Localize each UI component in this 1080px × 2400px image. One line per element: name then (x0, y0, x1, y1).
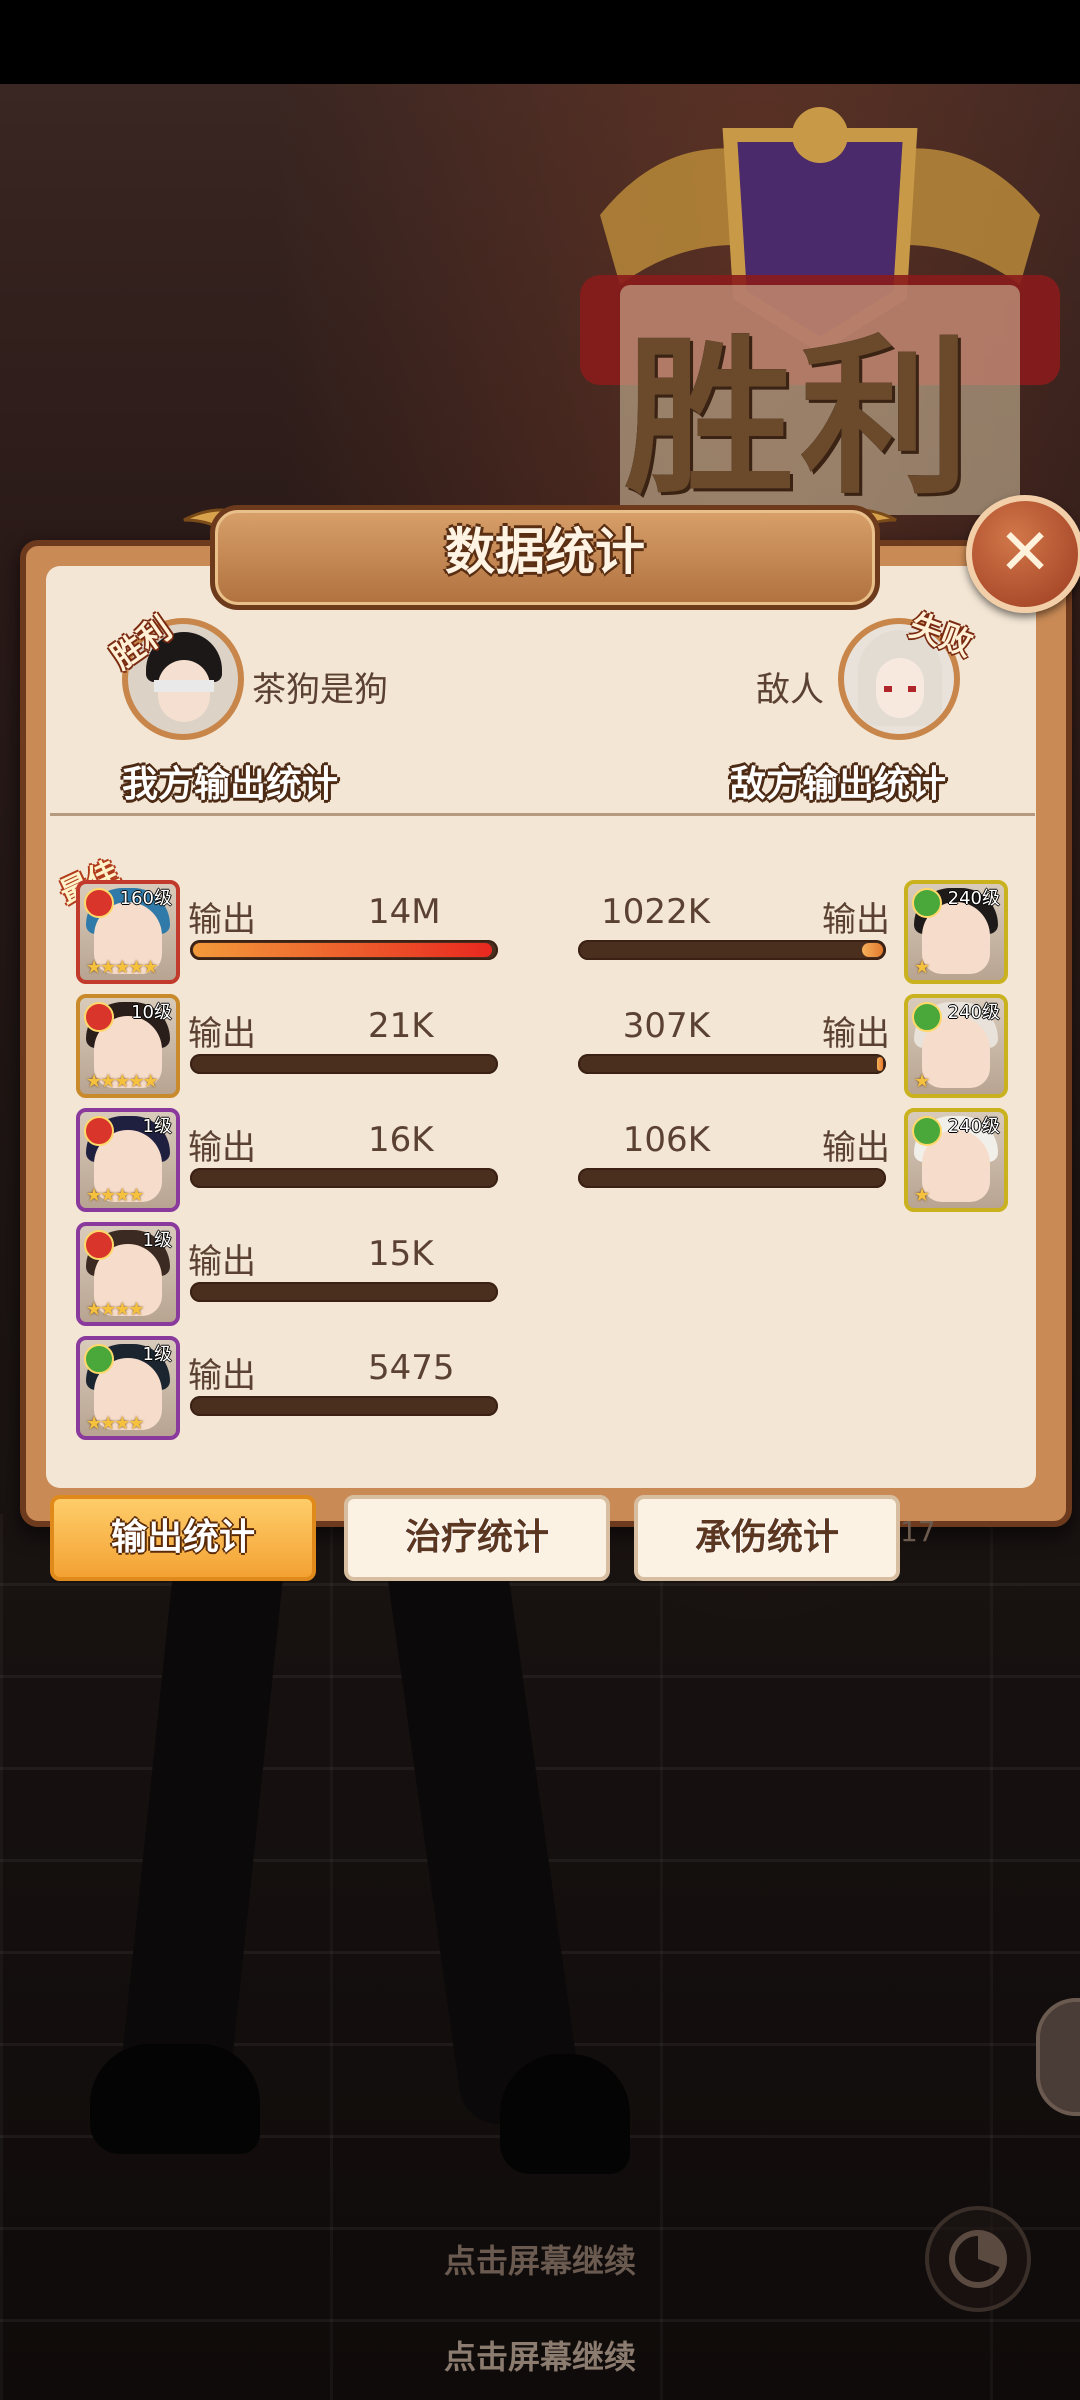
side-menu-button[interactable] (1036, 1998, 1080, 2116)
hero-level: 10级 (131, 1002, 172, 1023)
hero-level: 1级 (142, 1344, 172, 1365)
enemy-output-value: 106K (622, 1120, 710, 1160)
hero-level: 240级 (947, 1002, 1000, 1023)
ally-output-value: 14M (368, 892, 441, 932)
hero-stars: ★ (914, 1185, 930, 1206)
pie-chart-icon[interactable] (925, 2206, 1031, 2312)
panel-title: 数据统计 (445, 523, 645, 581)
enemy-hero-portrait[interactable]: 240级 ★ (904, 1108, 1008, 1212)
output-label: 输出 (188, 1128, 256, 1168)
hero-level: 1级 (142, 1230, 172, 1251)
bar-fill (193, 943, 492, 957)
element-icon (84, 1002, 114, 1032)
tab-healing[interactable]: 治疗统计 (344, 1495, 610, 1581)
enemy-hero-portrait[interactable]: 240级 ★ (904, 880, 1008, 984)
ally-hero-portrait[interactable]: 1级 ★★★★ (76, 1336, 180, 1440)
hero-stars: ★★★★ (86, 1185, 145, 1206)
output-label: 输出 (822, 1128, 890, 1168)
element-icon (912, 888, 942, 918)
output-label: 输出 (188, 900, 256, 940)
ally-hero-portrait[interactable]: 160级 ★★★★★ (76, 880, 180, 984)
hero-stars: ★★★★★ (86, 957, 159, 978)
bar-fill (877, 1057, 883, 1071)
status-bar (0, 0, 1080, 84)
tab-output[interactable]: 输出统计 (50, 1495, 316, 1581)
tab-damage-taken[interactable]: 承伤统计 (634, 1495, 900, 1581)
hero-level: 160级 (119, 888, 172, 909)
ally-output-value: 16K (368, 1120, 434, 1160)
ally-hero-portrait[interactable]: 1级 ★★★★ (76, 1222, 180, 1326)
ally-hero-portrait[interactable]: 1级 ★★★★ (76, 1108, 180, 1212)
close-icon: ✕ (998, 516, 1052, 590)
ally-player-name: 茶狗是狗 (252, 670, 388, 710)
enemy-output-bar (578, 940, 886, 960)
hero-level: 1级 (142, 1116, 172, 1137)
turn-number: 17 (900, 1515, 936, 1548)
continue-hint-bottom[interactable]: 点击屏幕继续 (0, 2332, 1080, 2378)
hero-level: 240级 (947, 1116, 1000, 1137)
ally-output-bar (190, 940, 498, 960)
output-label: 输出 (822, 900, 890, 940)
enemy-hero-portrait[interactable]: 240级 ★ (904, 994, 1008, 1098)
divider (50, 813, 1035, 816)
character-shoe-left (90, 2044, 260, 2154)
element-icon (84, 1116, 114, 1146)
bar-fill (862, 943, 883, 957)
enemy-output-bar (578, 1054, 886, 1074)
ally-output-value: 15K (368, 1234, 434, 1274)
output-label: 输出 (188, 1014, 256, 1054)
element-icon (912, 1116, 942, 1146)
element-icon (912, 1002, 942, 1032)
hero-stars: ★ (914, 957, 930, 978)
enemy-output-value: 307K (622, 1006, 710, 1046)
element-icon (84, 1230, 114, 1260)
continue-hint[interactable]: 点击屏幕继续 (0, 2236, 1080, 2282)
ally-output-bar (190, 1054, 498, 1074)
hero-level: 240级 (947, 888, 1000, 909)
ally-hero-portrait[interactable]: 10级 ★★★★★ (76, 994, 180, 1098)
output-label: 输出 (188, 1356, 256, 1396)
ally-output-bar (190, 1396, 498, 1416)
output-label: 输出 (822, 1014, 890, 1054)
element-icon (84, 888, 114, 918)
hero-stars: ★★★★ (86, 1299, 145, 1320)
hero-stars: ★ (914, 1071, 930, 1092)
character-shoe-right (500, 2054, 630, 2174)
ally-section-title: 我方输出统计 (122, 764, 339, 805)
hero-stars: ★★★★★ (86, 1071, 159, 1092)
ally-output-bar (190, 1282, 498, 1302)
ally-output-bar (190, 1168, 498, 1188)
enemy-player-name: 敌人 (756, 670, 824, 710)
enemy-section-title: 敌方输出统计 (730, 764, 947, 805)
output-label: 输出 (188, 1242, 256, 1282)
close-button[interactable]: ✕ (966, 495, 1080, 613)
hero-stars: ★★★★ (86, 1413, 145, 1434)
ally-output-value: 5475 (368, 1348, 455, 1388)
enemy-output-bar (578, 1168, 886, 1188)
enemy-output-value: 1022K (601, 892, 710, 932)
ally-output-value: 21K (368, 1006, 434, 1046)
element-icon (84, 1344, 114, 1374)
